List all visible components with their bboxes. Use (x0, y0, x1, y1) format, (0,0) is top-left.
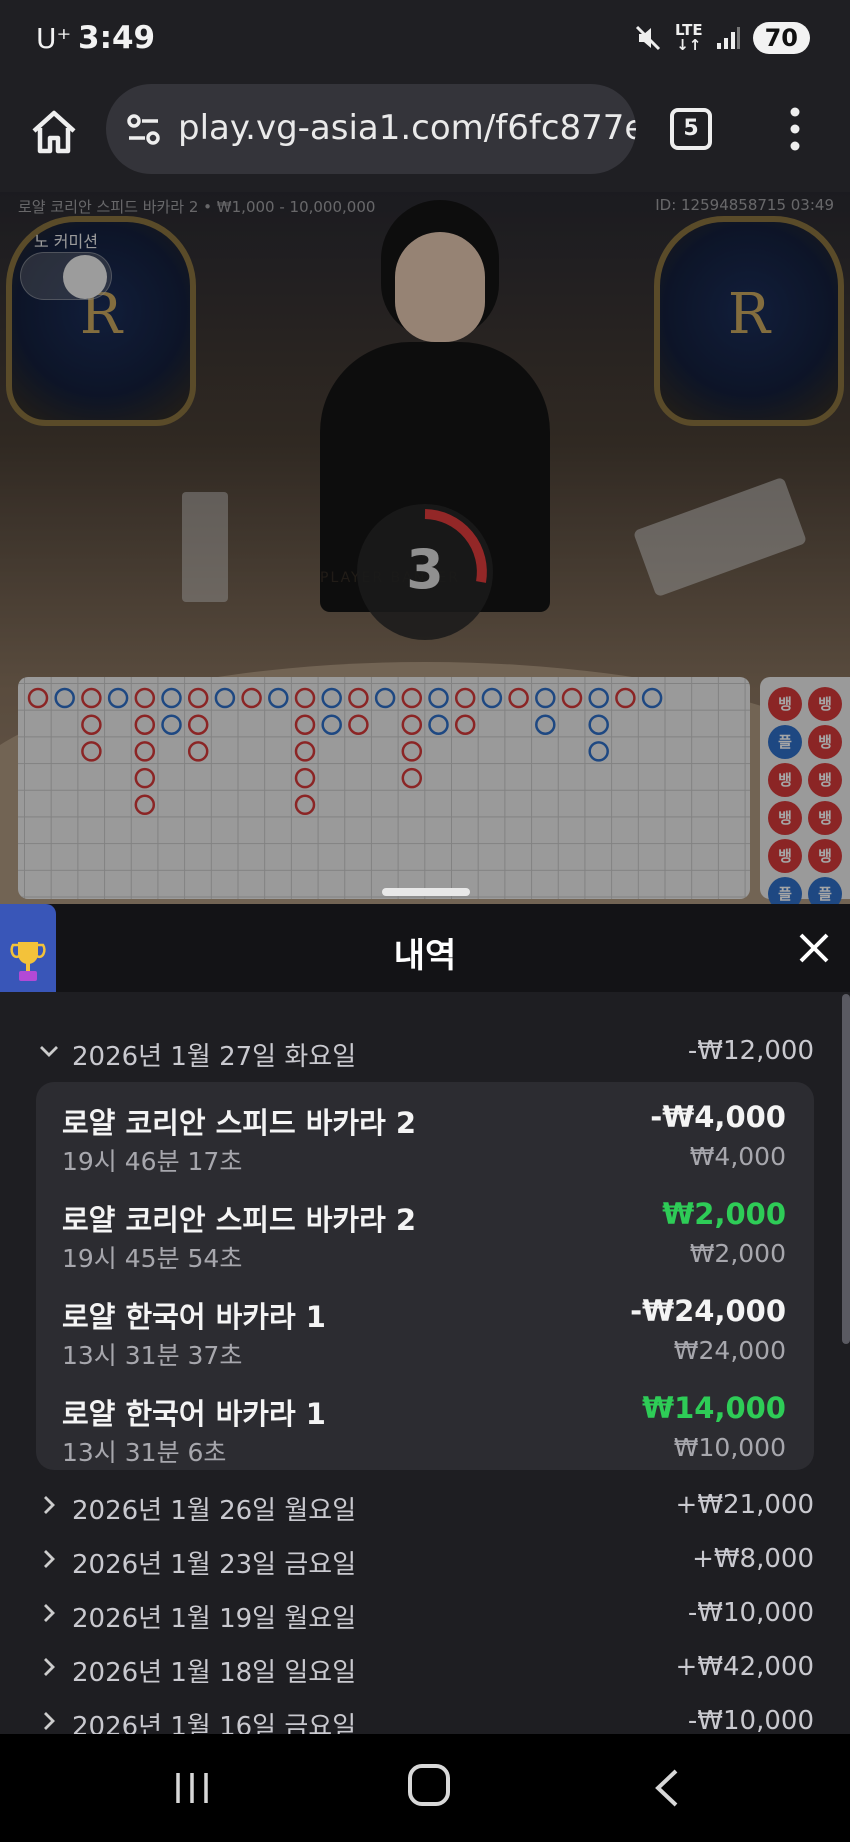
day-total: +₩21,000 (675, 1490, 814, 1520)
bet-result: ₩2,000 (662, 1197, 786, 1231)
network-icon: LTE ↓↑ (675, 21, 703, 54)
bet-time: 13시 31분 6초 (62, 1438, 227, 1467)
status-bar: U⁺ 3:49 LTE ↓↑ 70 (0, 0, 850, 84)
history-panel-header: 내역 (0, 904, 850, 992)
day-date: 2026년 1월 26일 월요일 (72, 1496, 357, 1526)
chevron-right-icon (44, 1712, 55, 1730)
bet-time: 19시 46분 17초 (62, 1147, 243, 1176)
carrier-label: U⁺ (36, 22, 72, 55)
back-icon[interactable] (652, 1768, 682, 1808)
recent-apps-icon[interactable] (172, 1770, 212, 1806)
bet-entry[interactable]: 로얄 한국어 바카라 1 13시 31분 37초 -₩24,000 ₩24,00… (36, 1284, 814, 1376)
day-date: 2026년 1월 18일 일요일 (72, 1658, 357, 1688)
chevron-right-icon (44, 1658, 55, 1676)
bet-game-name: 로얄 한국어 바카라 1 (62, 1300, 326, 1334)
bet-entry[interactable]: 로얄 코리안 스피드 바카라 2 19시 45분 54초 ₩2,000 ₩2,0… (36, 1187, 814, 1279)
mute-icon (635, 25, 661, 51)
address-bar[interactable]: play.vg-asia1.com/f6fc877e5 (106, 84, 636, 174)
bet-game-name: 로얄 한국어 바카라 1 (62, 1397, 326, 1431)
bet-time: 19시 45분 54초 (62, 1244, 243, 1273)
home-icon[interactable] (28, 106, 80, 158)
tab-switcher-button[interactable]: 5 (670, 108, 712, 150)
day-bets-card: 로얄 코리안 스피드 바카라 2 19시 46분 17초 -₩4,000 ₩4,… (36, 1082, 814, 1470)
bet-entry[interactable]: 로얄 코리안 스피드 바카라 2 19시 46분 17초 -₩4,000 ₩4,… (36, 1090, 814, 1182)
bet-result: -₩24,000 (630, 1294, 786, 1328)
day-row[interactable]: 2026년 1월 19일 월요일 -₩10,000 (0, 1594, 850, 1638)
drag-handle[interactable] (382, 888, 470, 896)
bet-game-name: 로얄 코리안 스피드 바카라 2 (62, 1106, 417, 1140)
bet-time: 13시 31분 37초 (62, 1341, 243, 1370)
system-nav-bar (0, 1734, 850, 1842)
day-row[interactable]: 2026년 1월 26일 월요일 +₩21,000 (0, 1486, 850, 1530)
day-row[interactable]: 2026년 1월 27일 화요일 -₩12,000 (0, 1032, 850, 1076)
chevron-down-icon (40, 1046, 58, 1057)
bet-stake: ₩2,000 (689, 1239, 786, 1268)
bet-stake: ₩10,000 (673, 1433, 786, 1462)
panel-title: 내역 (393, 936, 457, 976)
day-total: -₩12,000 (687, 1036, 814, 1066)
browser-toolbar: play.vg-asia1.com/f6fc877e5 5 (0, 84, 850, 192)
battery-indicator: 70 (752, 22, 810, 54)
chevron-right-icon (44, 1550, 55, 1568)
home-nav-button[interactable] (408, 1764, 450, 1806)
status-icons: LTE ↓↑ 70 (633, 22, 810, 54)
trophy-icon (10, 942, 46, 981)
chevron-right-icon (44, 1604, 55, 1622)
signal-icon (716, 27, 740, 49)
bet-stake: ₩24,000 (673, 1336, 786, 1365)
day-date: 2026년 1월 23일 금요일 (72, 1550, 357, 1580)
bet-stake: ₩4,000 (689, 1142, 786, 1171)
day-row[interactable]: 2026년 1월 23일 금요일 +₩8,000 (0, 1540, 850, 1584)
chevron-right-icon (44, 1496, 55, 1514)
more-menu-icon[interactable] (780, 104, 810, 154)
bet-result: -₩4,000 (650, 1100, 786, 1134)
bet-game-name: 로얄 코리안 스피드 바카라 2 (62, 1203, 417, 1237)
day-date: 2026년 1월 27일 화요일 (72, 1042, 357, 1072)
close-icon[interactable] (796, 930, 832, 966)
day-total: -₩10,000 (687, 1706, 814, 1736)
overlay-dim (0, 192, 850, 904)
bet-result: ₩14,000 (642, 1391, 786, 1425)
day-total: +₩42,000 (675, 1652, 814, 1682)
day-total: +₩8,000 (692, 1544, 814, 1574)
site-settings-icon[interactable] (124, 110, 164, 150)
day-date: 2026년 1월 19일 월요일 (72, 1604, 357, 1634)
clock: 3:49 (78, 20, 156, 56)
bet-entry[interactable]: 로얄 한국어 바카라 1 13시 31분 6초 ₩14,000 ₩10,000 (36, 1381, 814, 1473)
url-text: play.vg-asia1.com/f6fc877e5 (178, 108, 636, 148)
day-row[interactable]: 2026년 1월 18일 일요일 +₩42,000 (0, 1648, 850, 1692)
day-total: -₩10,000 (687, 1598, 814, 1628)
